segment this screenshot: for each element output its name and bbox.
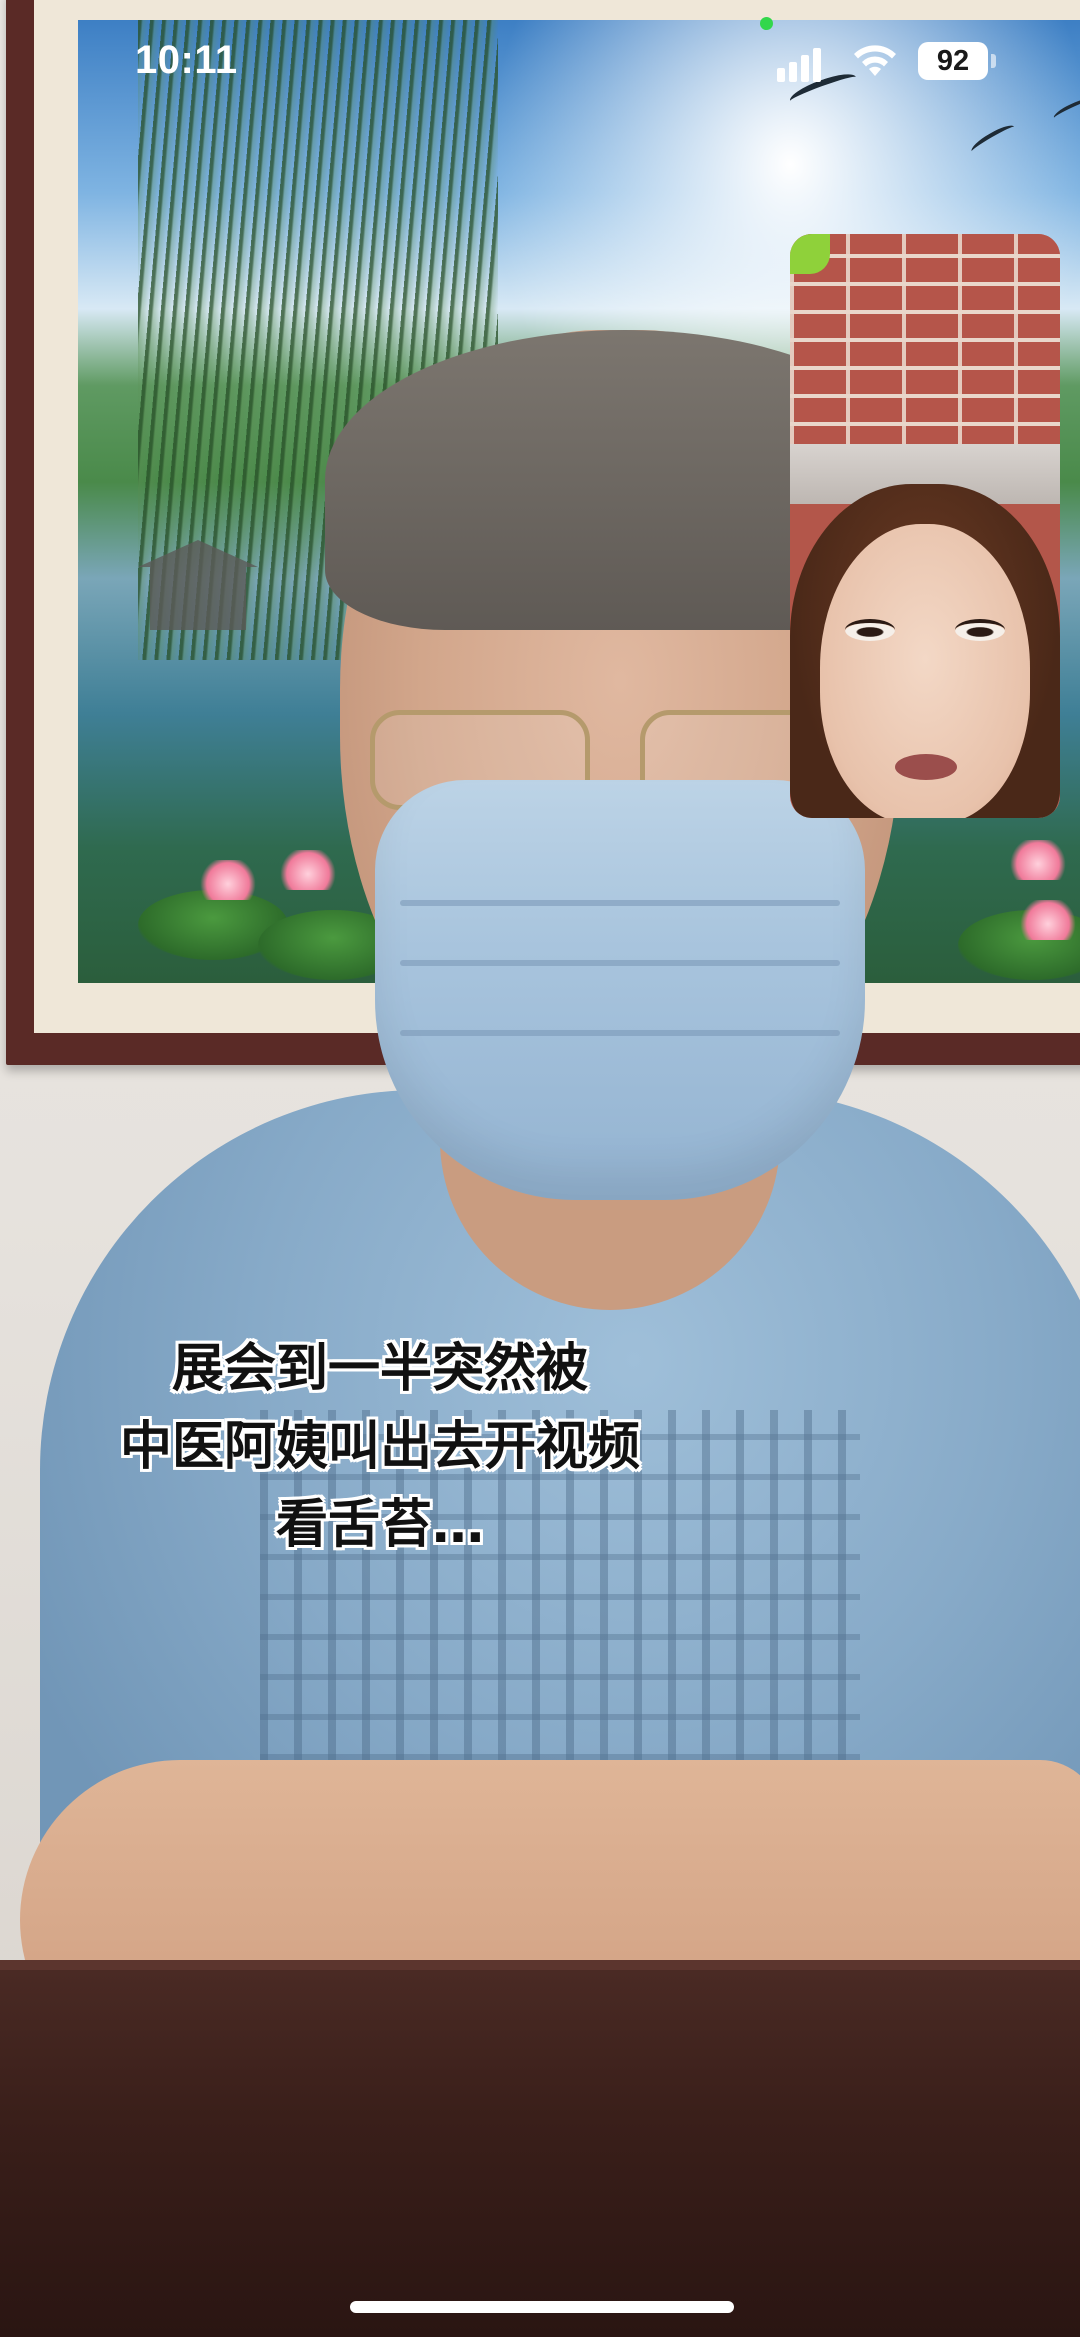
caption-line-2: 中医阿姨叫出去开视频 bbox=[119, 1417, 640, 1477]
mask-pleat bbox=[400, 960, 840, 966]
wifi-icon bbox=[850, 40, 900, 80]
video-call-screen: 10:11 92 展会到一半突然被 中医阿姨叫出去开视频 看舌苔… bbox=[0, 0, 1080, 2337]
battery-level: 92 bbox=[936, 45, 970, 77]
face-mask bbox=[375, 780, 865, 1200]
self-view[interactable] bbox=[790, 234, 1060, 818]
signal-icon bbox=[777, 44, 835, 82]
battery-icon: 92 bbox=[918, 42, 998, 80]
self-view-bricks bbox=[790, 234, 1060, 454]
table bbox=[0, 1970, 1080, 2337]
status-time: 10:11 bbox=[135, 38, 238, 82]
self-view-lips bbox=[895, 754, 957, 780]
home-indicator[interactable] bbox=[350, 2301, 734, 2313]
mic-indicator-dot bbox=[760, 17, 773, 30]
caption-overlay: 展会到一半突然被 中医阿姨叫出去开视频 看舌苔… bbox=[60, 1330, 700, 1564]
mask-pleat bbox=[400, 900, 840, 906]
self-view-eye-right bbox=[955, 619, 1005, 641]
status-bar: 10:11 92 bbox=[0, 0, 1080, 130]
caption-line-3: 看舌苔… bbox=[275, 1495, 484, 1555]
self-view-plant bbox=[790, 234, 830, 274]
mask-pleat bbox=[400, 1030, 840, 1036]
self-view-eye-left bbox=[845, 619, 895, 641]
caption-line-1: 展会到一半突然被 bbox=[171, 1339, 588, 1399]
